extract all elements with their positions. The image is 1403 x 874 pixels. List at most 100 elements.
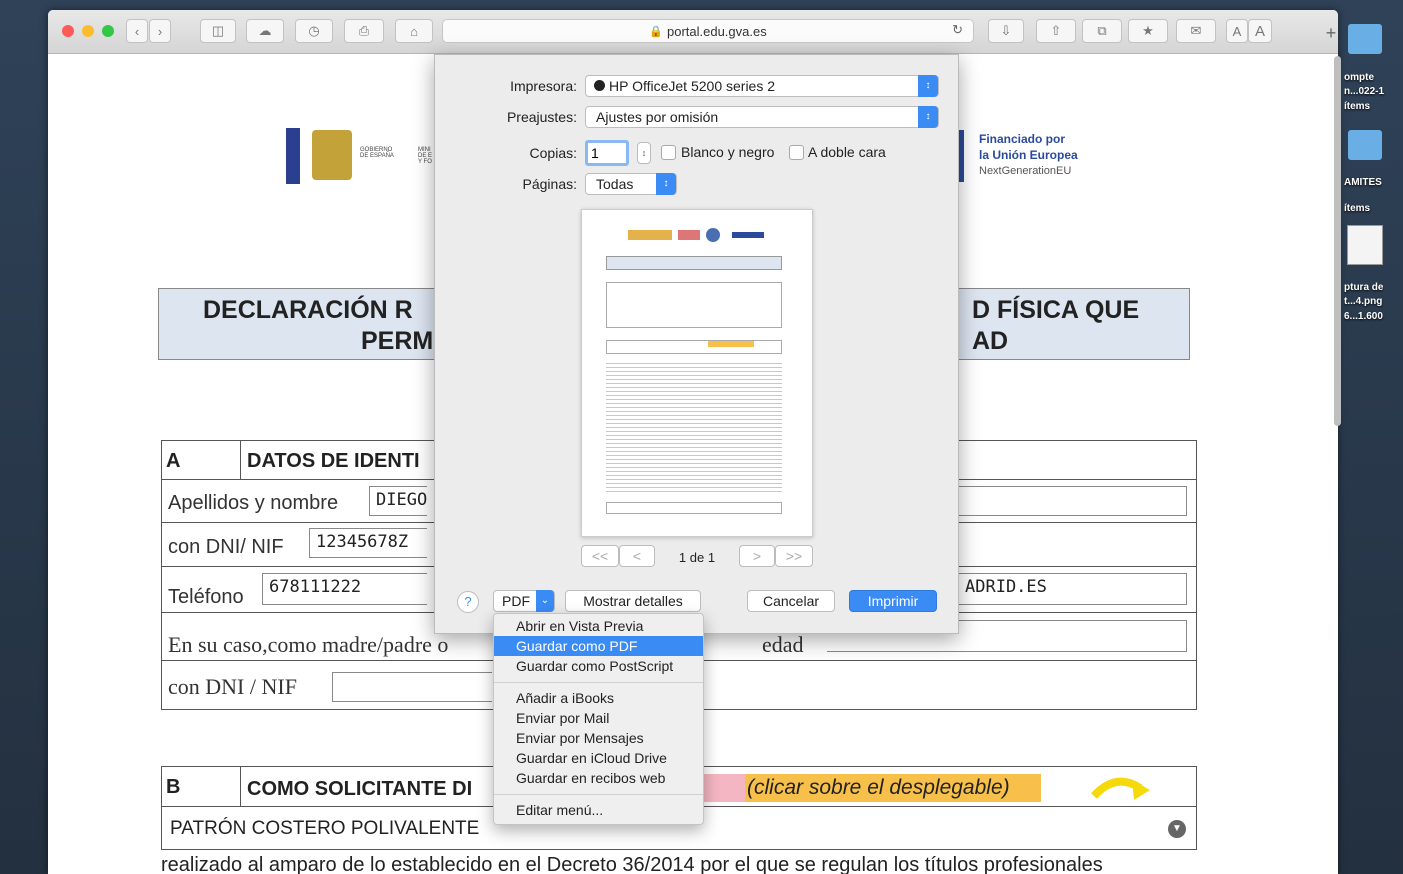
menu-item-send-mail[interactable]: Enviar por Mail xyxy=(494,708,703,728)
show-details-button[interactable]: Mostrar detalles xyxy=(565,590,701,612)
folder-icon[interactable] xyxy=(1348,130,1382,160)
guardian-dni-field[interactable] xyxy=(332,672,492,702)
menu-item-save-icloud[interactable]: Guardar en iCloud Drive xyxy=(494,748,703,768)
menu-item-save-postscript[interactable]: Guardar como PostScript xyxy=(494,656,703,676)
screenshot-thumbnail-icon[interactable] xyxy=(1347,225,1383,265)
guardian-label-tail: edad xyxy=(762,632,804,657)
printer-select[interactable]: HP OfficeJet 5200 series 2 ↕ xyxy=(585,75,939,97)
menu-separator xyxy=(494,794,703,795)
share-icon[interactable]: ⇧ xyxy=(1036,19,1076,43)
ministerio-label: MINI DE E Y FO xyxy=(418,147,433,165)
back-icon[interactable]: ‹ xyxy=(126,19,148,43)
preview-title-block xyxy=(606,256,782,270)
phone-field[interactable]: 678111222 xyxy=(262,573,427,605)
last-page-button[interactable]: >> xyxy=(775,545,813,567)
title-right-line2: AD xyxy=(972,327,1009,355)
menu-separator xyxy=(494,682,703,683)
bw-label: Blanco y negro xyxy=(681,144,775,160)
first-page-button[interactable]: << xyxy=(581,545,619,567)
reload-icon[interactable]: ↻ xyxy=(952,22,963,38)
url-text: portal.edu.gva.es xyxy=(666,23,767,39)
lock-icon: 🔒 xyxy=(649,25,663,38)
divider xyxy=(240,440,241,480)
menu-item-save-web-receipts[interactable]: Guardar en recibos web xyxy=(494,768,703,788)
cloud-icon[interactable]: ☁ xyxy=(246,19,284,43)
history-icon[interactable]: ◷ xyxy=(295,19,333,43)
bw-checkbox[interactable] xyxy=(661,145,676,160)
zoom-window-button[interactable] xyxy=(102,25,114,37)
dropdown-chevron-icon[interactable]: ▼ xyxy=(1168,820,1186,838)
email-field[interactable]: ADRID.ES xyxy=(959,573,1187,605)
divider xyxy=(240,766,241,806)
guardian-dni-label: con DNI / NIF xyxy=(168,674,297,699)
desktop-label: n...022-1 xyxy=(1344,86,1385,97)
menu-item-edit-menu[interactable]: Editar menú... xyxy=(494,800,703,820)
title-left-line1: DECLARACIÓN R xyxy=(203,296,413,324)
new-tab-button[interactable]: + xyxy=(1320,22,1338,44)
desktop-label: t...4.png xyxy=(1344,296,1383,307)
preview-logo-block xyxy=(628,230,672,240)
pink-highlight xyxy=(703,774,745,802)
prev-page-button[interactable]: < xyxy=(619,545,655,567)
preview-section-a xyxy=(606,282,782,328)
coat-of-arms-logo xyxy=(312,130,352,180)
presets-value: Ajustes por omisión xyxy=(596,109,719,125)
pages-select[interactable]: Todas ↕ xyxy=(585,173,677,195)
download-icon[interactable]: ⇩ xyxy=(988,19,1024,43)
section-a-letter: A xyxy=(166,450,181,472)
printer-status-icon xyxy=(594,80,605,91)
cancel-button[interactable]: Cancelar xyxy=(747,590,835,612)
minimize-window-button[interactable] xyxy=(82,25,94,37)
tabs-overview-icon[interactable]: ⧉ xyxy=(1082,19,1122,43)
title-right-line1: D FÍSICA QUE xyxy=(972,296,1140,324)
phone-label: Teléfono xyxy=(168,586,244,608)
copies-stepper[interactable]: ↕ xyxy=(637,142,651,164)
browser-toolbar: ‹ › ◫ ☁ ◷ ⎙ ⌂ 🔒 portal.edu.gva.es ↻ ⇩ ⇧ … xyxy=(48,10,1338,54)
eu-funded-line2: la Unión Europea xyxy=(979,148,1078,162)
address-bar[interactable]: 🔒 portal.edu.gva.es ↻ xyxy=(442,19,974,43)
close-window-button[interactable] xyxy=(62,25,74,37)
menu-item-add-ibooks[interactable]: Añadir a iBooks xyxy=(494,688,703,708)
print-icon[interactable]: ⎙ xyxy=(344,19,384,43)
duplex-checkbox[interactable] xyxy=(789,145,804,160)
course-select-value[interactable]: PATRÓN COSTERO POLIVALENTE xyxy=(170,818,479,840)
copies-input[interactable]: 1 xyxy=(585,140,629,166)
chevron-updown-icon: ↕ xyxy=(918,106,938,128)
spain-flag-logo xyxy=(286,128,300,184)
next-page-button[interactable]: > xyxy=(739,545,775,567)
text-larger-button[interactable]: A xyxy=(1248,19,1272,43)
name-field[interactable]: DIEGO xyxy=(369,486,427,516)
preview-body-text xyxy=(606,360,782,492)
pdf-menu-button[interactable]: PDF ⌄ xyxy=(493,590,555,612)
home-icon[interactable]: ⌂ xyxy=(395,19,433,43)
folder-icon[interactable] xyxy=(1348,24,1382,54)
preview-logo-block xyxy=(732,232,764,238)
chevron-updown-icon: ↕ xyxy=(656,173,676,195)
menu-item-send-messages[interactable]: Enviar por Mensajes xyxy=(494,728,703,748)
help-button[interactable]: ? xyxy=(457,591,479,613)
presets-select[interactable]: Ajustes por omisión ↕ xyxy=(585,106,939,128)
menu-item-save-pdf[interactable]: Guardar como PDF xyxy=(494,636,703,656)
section-b-letter: B xyxy=(166,776,181,798)
gobierno-label: GOBIERNO DE ESPAÑA xyxy=(360,147,394,159)
eu-funded-line1: Financiado por xyxy=(979,132,1066,146)
name-field-tail[interactable] xyxy=(959,486,1187,516)
eu-funded-line3: NextGenerationEU xyxy=(979,165,1072,177)
text-smaller-button[interactable]: A xyxy=(1226,19,1248,43)
mail-icon[interactable]: ✉ xyxy=(1176,19,1216,43)
sidebar-icon[interactable]: ◫ xyxy=(200,19,236,43)
print-dialog: Impresora: HP OfficeJet 5200 series 2 ↕ … xyxy=(434,54,959,634)
presets-label: Preajustes: xyxy=(506,109,577,125)
section-b-heading: COMO SOLICITANTE DI xyxy=(247,778,473,800)
desktop-label: ítems xyxy=(1344,203,1371,214)
forward-icon[interactable]: › xyxy=(149,19,171,43)
preview-logo-block xyxy=(706,228,720,242)
page-scrollbar[interactable] xyxy=(1334,56,1341,426)
name-label: Apellidos y nombre xyxy=(168,492,339,514)
print-button[interactable]: Imprimir xyxy=(849,590,937,612)
menu-item-open-preview[interactable]: Abrir en Vista Previa xyxy=(494,616,703,636)
printer-label: Impresora: xyxy=(510,78,577,94)
reading-list-icon[interactable]: ★ xyxy=(1128,19,1168,43)
page-counter: 1 de 1 xyxy=(678,550,716,565)
dni-field[interactable]: 12345678Z xyxy=(309,528,427,558)
